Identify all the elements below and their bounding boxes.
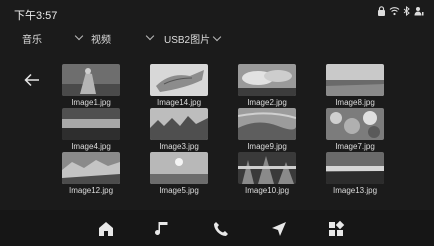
crumb-music[interactable]: 音乐 bbox=[22, 31, 42, 46]
image-thumbnail bbox=[150, 152, 208, 184]
image-thumbnail bbox=[150, 108, 208, 140]
home-icon bbox=[99, 222, 113, 236]
image-filename: Image5.jpg bbox=[159, 186, 199, 195]
bottom-dock bbox=[0, 210, 434, 246]
image-tile[interactable]: Image9.jpg bbox=[235, 108, 299, 152]
dock-apps-button[interactable] bbox=[327, 220, 345, 238]
navigation-icon bbox=[272, 222, 286, 236]
status-time: 下午3:57 bbox=[14, 10, 58, 22]
user-icon bbox=[414, 6, 424, 16]
screen: 下午3:57 音乐 视频 USB2图片 Image1.jpg Image14.j… bbox=[0, 0, 434, 246]
image-tile[interactable]: Image12.jpg bbox=[59, 152, 123, 196]
image-thumbnail bbox=[326, 152, 384, 184]
image-thumbnail bbox=[62, 64, 120, 96]
image-filename: Image7.jpg bbox=[335, 142, 375, 151]
image-thumbnail bbox=[238, 108, 296, 140]
image-thumbnail bbox=[326, 64, 384, 96]
dock-music-button[interactable] bbox=[154, 220, 172, 238]
image-tile[interactable]: Image7.jpg bbox=[323, 108, 387, 152]
crumb-usb-images[interactable]: USB2图片 bbox=[164, 31, 222, 46]
image-tile[interactable]: Image2.jpg bbox=[235, 64, 299, 108]
image-filename: Image4.jpg bbox=[71, 142, 111, 151]
image-tile[interactable]: Image3.jpg bbox=[147, 108, 211, 152]
wifi-icon bbox=[389, 6, 400, 16]
image-thumbnail bbox=[238, 152, 296, 184]
chevron-down-icon bbox=[74, 31, 84, 41]
image-filename: Image8.jpg bbox=[335, 98, 375, 107]
image-filename: Image10.jpg bbox=[244, 186, 290, 195]
image-tile[interactable]: Image14.jpg bbox=[147, 64, 211, 108]
back-arrow-icon bbox=[24, 73, 39, 87]
image-thumbnail bbox=[238, 64, 296, 96]
image-tile[interactable]: Image8.jpg bbox=[323, 64, 387, 108]
image-tile[interactable]: Image1.jpg bbox=[59, 64, 123, 108]
image-filename: Image9.jpg bbox=[247, 142, 287, 151]
image-filename: Image2.jpg bbox=[247, 98, 287, 107]
dock-home-button[interactable] bbox=[97, 220, 115, 238]
lock-icon bbox=[377, 6, 386, 16]
breadcrumb: 音乐 视频 USB2图片 bbox=[0, 29, 434, 49]
image-thumbnail bbox=[62, 108, 120, 140]
image-filename: Image1.jpg bbox=[71, 98, 111, 107]
status-bar: 下午3:57 bbox=[0, 0, 434, 24]
status-icons bbox=[377, 6, 424, 16]
back-button[interactable] bbox=[24, 73, 40, 87]
image-thumbnail bbox=[326, 108, 384, 140]
apps-icon bbox=[329, 220, 345, 236]
phone-icon bbox=[214, 222, 228, 236]
image-tile[interactable]: Image13.jpg bbox=[323, 152, 387, 196]
chevron-down-icon bbox=[212, 32, 222, 42]
image-filename: Image12.jpg bbox=[68, 186, 114, 195]
image-thumbnail bbox=[150, 64, 208, 96]
image-tile[interactable]: Image4.jpg bbox=[59, 108, 123, 152]
image-filename: Image13.jpg bbox=[332, 186, 378, 195]
bluetooth-icon bbox=[403, 6, 411, 16]
crumb-video[interactable]: 视频 bbox=[91, 31, 111, 46]
dock-phone-button[interactable] bbox=[212, 220, 230, 238]
image-filename: Image14.jpg bbox=[156, 98, 202, 107]
image-tile[interactable]: Image10.jpg bbox=[235, 152, 299, 196]
music-icon bbox=[155, 222, 168, 235]
image-thumbnail bbox=[62, 152, 120, 184]
chevron-down-icon bbox=[145, 31, 155, 41]
image-tile[interactable]: Image5.jpg bbox=[147, 152, 211, 196]
dock-navigation-button[interactable] bbox=[270, 220, 288, 238]
image-filename: Image3.jpg bbox=[159, 142, 199, 151]
